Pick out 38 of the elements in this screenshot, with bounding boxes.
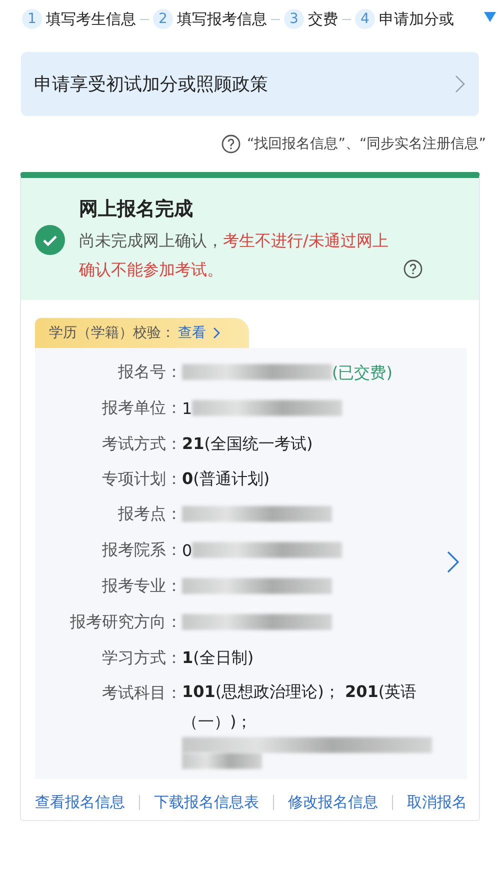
paid-status: (已交费) — [332, 362, 392, 384]
action-link[interactable]: 下载报名信息表 — [154, 793, 259, 812]
status-message: 尚未完成网上确认，考生不进行/未通过网上确认不能参加考试。 — [79, 230, 390, 281]
view-link[interactable]: 查看 — [178, 324, 206, 342]
field-value: 101(思想政治理论)； 201(英语（一）)； — [182, 681, 418, 733]
field-label: 考试科目： — [101, 682, 182, 704]
step-item[interactable]: 1 填写考生信息 — [22, 9, 136, 29]
dropdown-icon — [484, 12, 496, 22]
action-link[interactable]: 取消报名 — [407, 793, 467, 812]
field-value: 0 — [182, 540, 192, 562]
field-value: 1(全日制) — [182, 647, 254, 669]
help-icon — [403, 259, 423, 279]
chevron-icon — [455, 75, 465, 93]
chevron-icon — [213, 327, 221, 339]
field-label: 报考单位： — [101, 397, 182, 419]
field-label: 专项计划： — [101, 468, 182, 490]
action-link[interactable]: 查看报名信息 — [35, 793, 125, 812]
policy-button[interactable]: 申请享受初试加分或照顾政策 — [21, 52, 479, 116]
field-label: 学习方式： — [101, 647, 182, 669]
check-icon — [35, 225, 65, 255]
field-label: 报考院系： — [101, 539, 182, 561]
field-value: 1 — [182, 398, 192, 420]
help-link[interactable]: “找回报名信息”、“同步实名注册信息” — [246, 135, 486, 153]
field-label: 报考专业： — [101, 575, 182, 597]
field-label: 报名号： — [117, 361, 182, 383]
field-value: 21(全国统一考试) — [182, 433, 313, 455]
step-item[interactable]: 4 申请加分或 — [355, 9, 454, 29]
field-value: 0(普通计划) — [182, 468, 270, 490]
verify-label: 学历（学籍）校验： — [49, 324, 175, 342]
help-icon — [220, 134, 241, 154]
field-label: 报考点： — [117, 503, 182, 525]
action-link[interactable]: 修改报名信息 — [288, 793, 378, 812]
status-title: 网上报名完成 — [79, 197, 194, 222]
field-label: 考试方式： — [101, 433, 182, 455]
step-item[interactable]: 2 填写报考信息 — [153, 9, 267, 29]
chevron-icon — [447, 550, 459, 572]
step-item[interactable]: 3 交费 — [284, 9, 338, 29]
field-label: 报考研究方向： — [69, 611, 182, 633]
